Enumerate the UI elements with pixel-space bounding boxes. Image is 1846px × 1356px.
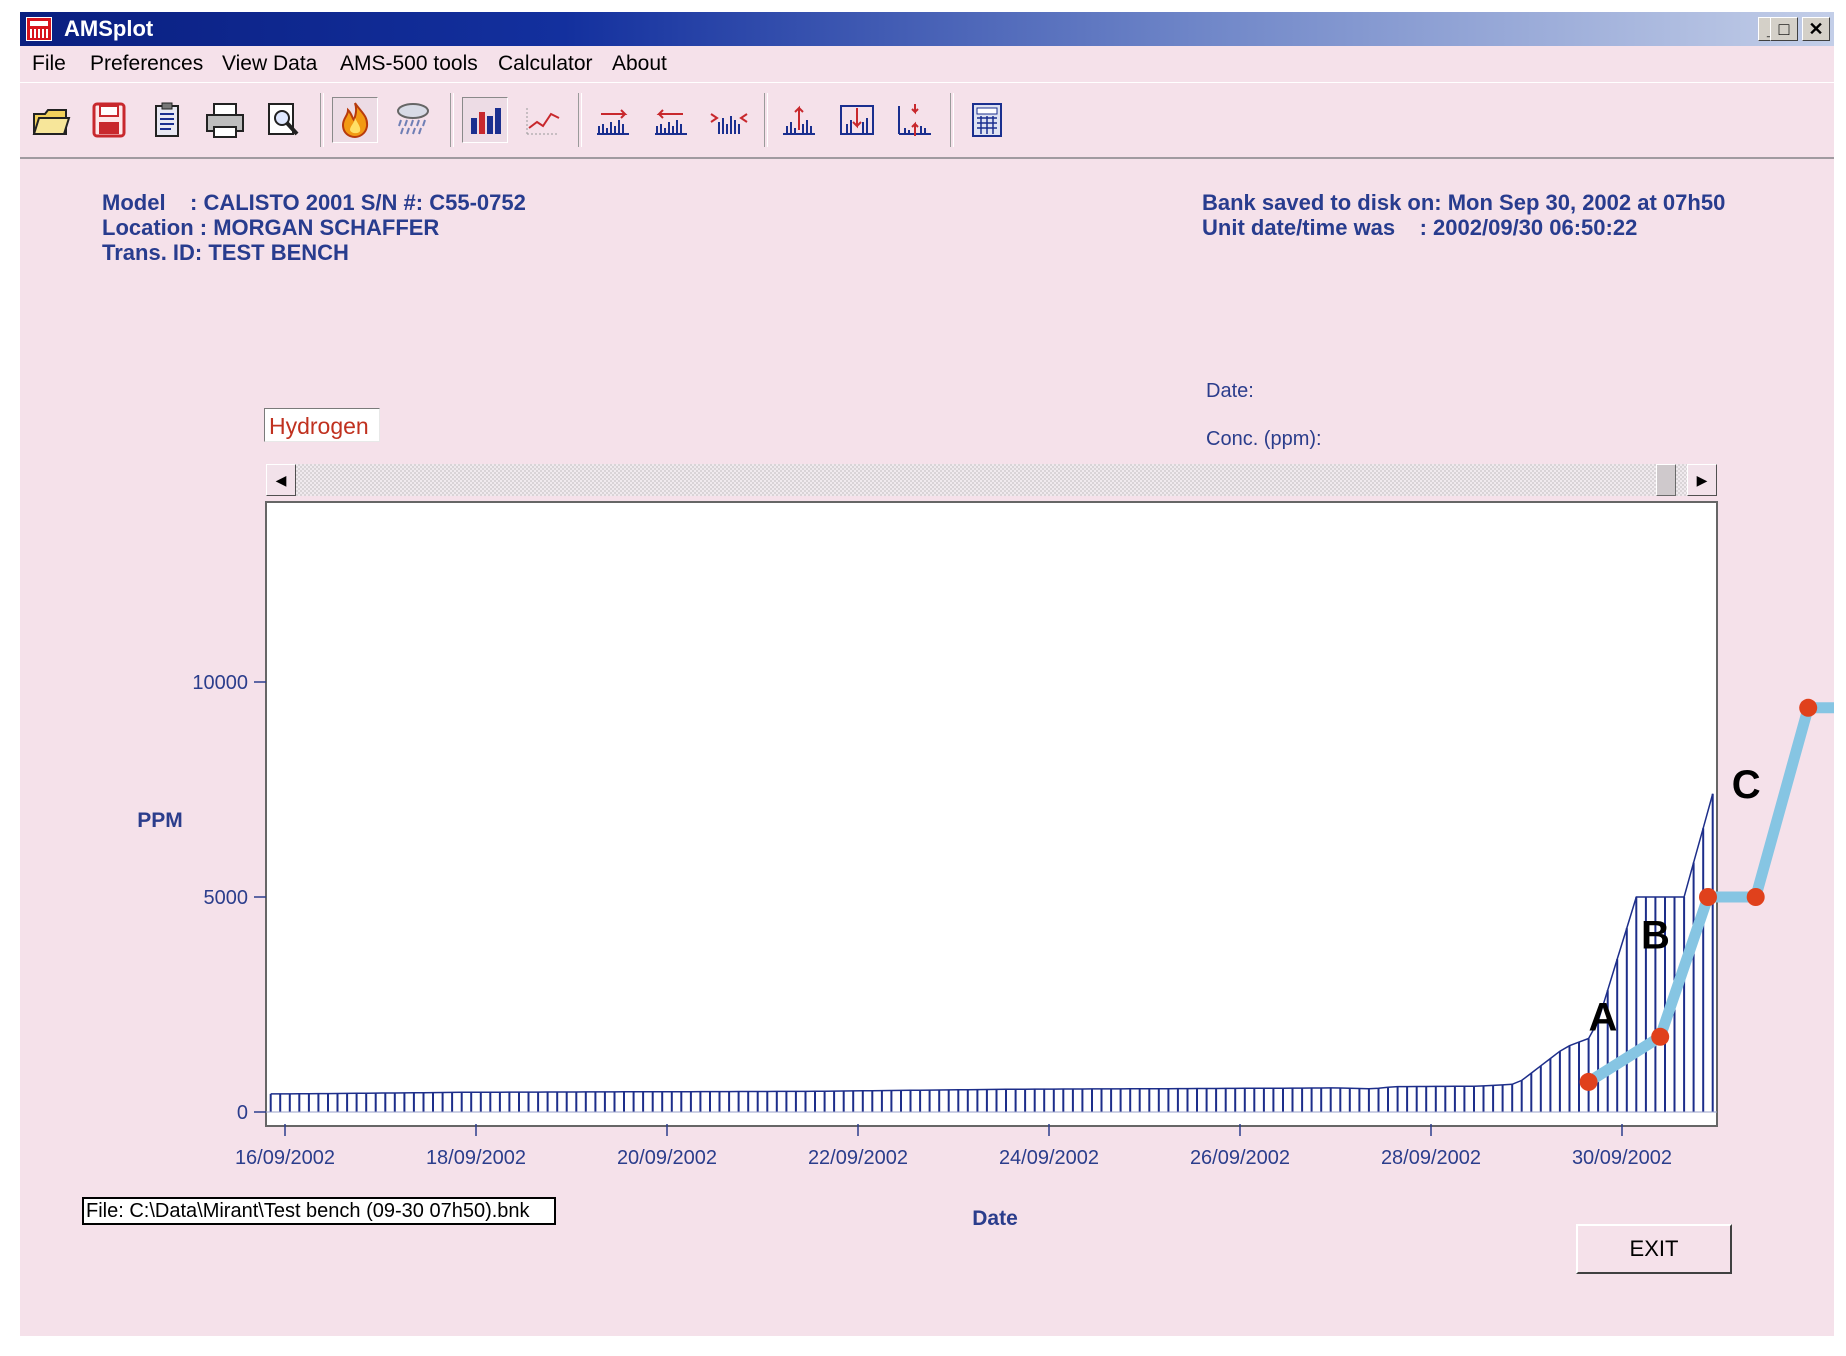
x-tick-label: 28/09/2002 bbox=[1381, 1147, 1481, 1169]
app-window: AMSplot _ □ ✕ File Preferences View Data… bbox=[20, 12, 1834, 1336]
trend-marker bbox=[1699, 888, 1717, 906]
y-tick-label: 5000 bbox=[204, 887, 249, 909]
annotation-label: B bbox=[1641, 914, 1670, 958]
trend-marker bbox=[1746, 888, 1765, 906]
y-tick-label: 0 bbox=[237, 1102, 248, 1124]
trend-marker bbox=[1799, 698, 1818, 717]
chart: AB C 0 5000 10000 16/09/2002 18/09/2002 20/09… bbox=[137, 501, 1834, 1230]
annotation-label: C bbox=[1732, 763, 1761, 807]
x-tick-label: 16/09/2002 bbox=[235, 1147, 335, 1169]
x-tick-label: 24/09/2002 bbox=[999, 1147, 1099, 1169]
x-axis-label: Date bbox=[972, 1207, 1018, 1230]
exit-button[interactable]: EXIT bbox=[1576, 1224, 1732, 1274]
y-axis: 0 5000 10000 bbox=[192, 672, 266, 1124]
y-tick-label: 10000 bbox=[192, 672, 248, 694]
x-tick-label: 18/09/2002 bbox=[426, 1147, 526, 1169]
plot-area bbox=[265, 501, 1718, 1127]
x-tick-label: 20/09/2002 bbox=[617, 1147, 717, 1169]
annotation-label: A bbox=[1588, 995, 1617, 1039]
x-tick-label: 26/09/2002 bbox=[1190, 1147, 1290, 1169]
trend-marker bbox=[1579, 1072, 1598, 1091]
x-tick-label: 30/09/2002 bbox=[1572, 1147, 1672, 1169]
file-path-display: File: C:\Data\Mirant\Test bench (09-30 0… bbox=[82, 1197, 556, 1225]
y-axis-label: PPM bbox=[137, 809, 183, 832]
trend-marker bbox=[1651, 1027, 1670, 1046]
x-tick-label: 22/09/2002 bbox=[808, 1147, 908, 1169]
x-axis: 16/09/2002 18/09/2002 20/09/2002 22/09/2002… bbox=[235, 1124, 1672, 1169]
